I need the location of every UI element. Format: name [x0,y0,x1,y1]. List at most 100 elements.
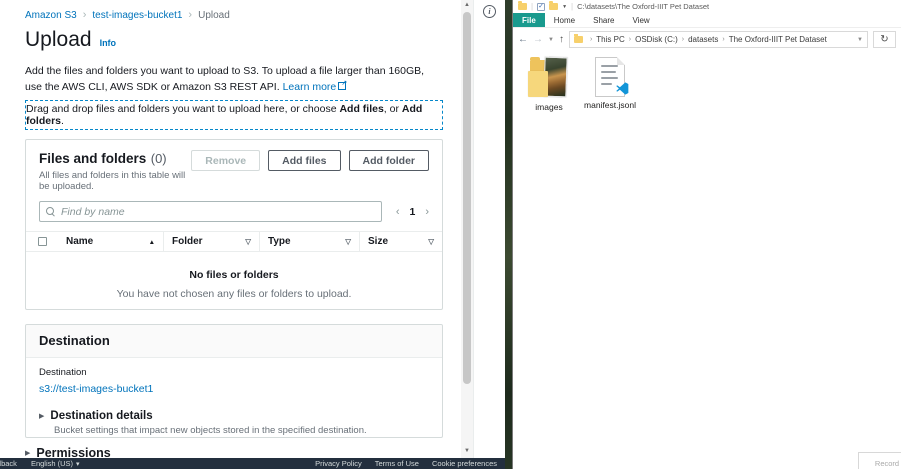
chevron-separator-icon [83,9,87,21]
item-label: manifest.jsonl [581,100,639,110]
remove-button[interactable]: Remove [191,150,260,171]
add-files-button[interactable]: Add files [268,150,340,171]
page-number[interactable]: 1 [409,206,415,218]
file-item-images[interactable]: images [520,55,578,112]
file-item-manifest[interactable]: manifest.jsonl [581,55,639,110]
tab-share[interactable]: Share [584,13,623,27]
search-box[interactable] [39,201,382,222]
explorer-title-bar[interactable]: C:\datasets\The Oxford-IIIT Pet Dataset [513,0,901,13]
breadcrumb-amazon-s3[interactable]: Amazon S3 [25,10,77,21]
vertical-scrollbar[interactable] [461,0,473,458]
tab-home[interactable]: Home [545,13,584,27]
address-crumb-osdisk[interactable]: OSDisk (C:) [635,35,678,44]
separator [571,2,573,11]
empty-state-title: No files or folders [26,269,442,281]
info-link[interactable]: Info [100,38,117,48]
back-icon[interactable] [518,35,528,45]
address-crumb-current[interactable]: The Oxford-IIIT Pet Dataset [729,35,827,44]
search-input[interactable] [61,206,375,218]
language-label: English (US) [31,459,73,468]
files-card-actions: Remove Add files Add folder [191,150,429,171]
expand-triangle-icon [39,412,44,420]
terms-of-use-link[interactable]: Terms of Use [375,459,419,468]
destination-details-title: Destination details [50,410,152,422]
language-selector[interactable]: English (US) [31,459,80,468]
scrollbar-thumb[interactable] [463,12,471,384]
empty-state-subtitle: You have not chosen any files or folders… [26,288,442,300]
scroll-up-icon[interactable] [461,0,473,10]
properties-icon[interactable] [537,3,545,11]
page-title: Upload [25,28,92,52]
chevron-icon [629,36,631,43]
column-label: Type [268,236,291,247]
files-and-folders-card: Files and folders (0) All files and fold… [25,139,443,310]
bucket-uri-link[interactable]: s3://test-images-bucket1 [39,383,153,395]
tab-file[interactable]: File [513,13,545,27]
files-count: (0) [151,151,167,166]
add-folder-button[interactable]: Add folder [349,150,430,171]
scroll-down-icon[interactable] [461,446,473,456]
window-folder-icon [518,3,527,10]
search-icon [46,207,56,217]
pagination: 1 [396,206,429,218]
forward-icon[interactable] [533,35,543,45]
refresh-icon[interactable] [873,31,896,48]
up-icon[interactable] [559,35,564,45]
breadcrumb: Amazon S3 test-images-bucket1 Upload [25,9,230,21]
destination-card: Destination Destination s3://test-images… [25,324,443,438]
permissions-title: Permissions [36,446,110,458]
table-header-row: Name Folder Type Size [26,231,442,252]
window-title: C:\datasets\The Oxford-IIIT Pet Dataset [577,2,709,11]
explorer-content[interactable]: images manifest.jsonl [513,51,901,468]
info-panel-icon[interactable] [483,5,496,18]
learn-more-link[interactable]: Learn more [283,81,337,93]
doc-line [601,77,618,79]
select-all-checkbox[interactable] [38,237,47,246]
destination-details-toggle[interactable]: Destination details [39,410,429,422]
destination-details-subtitle: Bucket settings that impact new objects … [54,425,429,436]
page-title-row: Upload Info [25,28,116,52]
filter-icon [345,236,351,247]
chevron-icon [590,36,592,43]
drag-drop-zone[interactable]: Drag and drop files and folders you want… [25,100,443,130]
select-all-cell [26,232,58,251]
folder-front [528,71,548,97]
column-label: Size [368,236,388,247]
chevron-separator-icon [188,9,192,21]
dropzone-text: Drag and drop files and folders you want… [26,103,339,115]
navigation-bar: This PC OSDisk (C:) datasets The Oxford-… [513,28,901,51]
address-bar[interactable]: This PC OSDisk (C:) datasets The Oxford-… [569,31,868,48]
cookie-preferences-link[interactable]: Cookie preferences [432,459,497,468]
sort-ascending-icon [149,236,155,247]
files-card-title: Files and folders [39,151,146,166]
file-explorer-window: C:\datasets\The Oxford-IIIT Pet Dataset … [512,0,901,469]
browser-window: Amazon S3 test-images-bucket1 Upload Upl… [0,0,505,469]
customize-toolbar-icon[interactable] [562,4,567,10]
doc-line [601,65,618,67]
address-crumb-datasets[interactable]: datasets [688,35,718,44]
filter-icon [428,236,434,247]
destination-label: Destination [39,367,429,378]
desktop: Amazon S3 test-images-bucket1 Upload Upl… [0,0,901,469]
permissions-toggle[interactable]: Permissions [25,446,111,458]
new-folder-icon[interactable] [549,3,558,10]
expand-triangle-icon [25,449,30,457]
column-header-folder[interactable]: Folder [163,232,259,251]
tab-view[interactable]: View [623,13,658,27]
column-header-size[interactable]: Size [359,232,442,251]
feedback-link[interactable]: Feedback [0,459,17,468]
console-footer: Feedback English (US) Privacy Policy Ter… [0,458,505,469]
next-page-icon[interactable] [425,206,429,218]
address-dropdown-icon[interactable] [857,37,863,43]
description-text: Add the files and folders you want to up… [25,65,424,93]
previous-page-icon[interactable] [396,206,400,218]
s3-upload-page: Amazon S3 test-images-bucket1 Upload Upl… [0,0,461,458]
recent-locations-icon[interactable] [548,37,554,43]
column-header-type[interactable]: Type [259,232,359,251]
address-crumb-this-pc[interactable]: This PC [596,35,624,44]
record-button[interactable]: Record [858,452,901,469]
privacy-policy-link[interactable]: Privacy Policy [315,459,362,468]
search-row: 1 [39,201,429,222]
column-header-name[interactable]: Name [58,232,163,251]
breadcrumb-bucket[interactable]: test-images-bucket1 [92,10,182,21]
